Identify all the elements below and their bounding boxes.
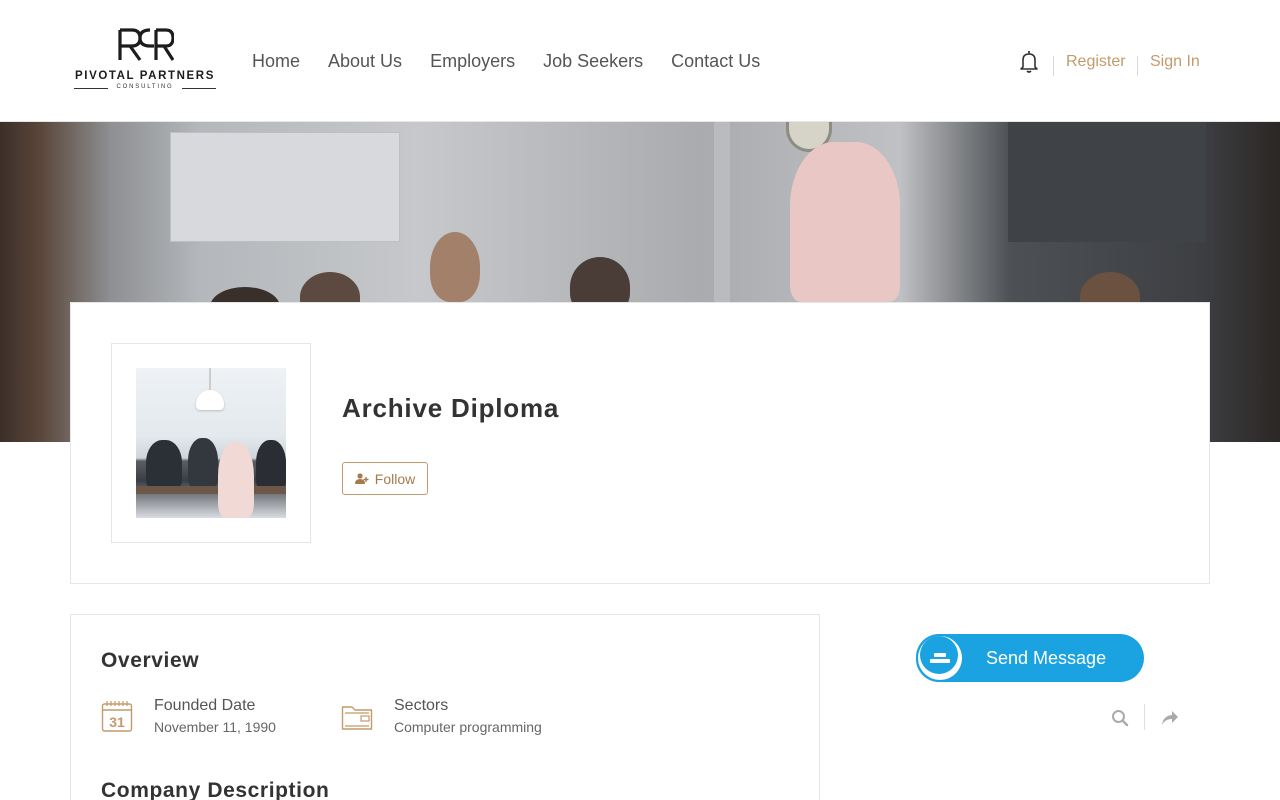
cover-person	[430, 232, 480, 302]
follow-button[interactable]: Follow	[342, 462, 428, 495]
founded-date-label: Founded Date	[154, 697, 256, 714]
brand-tagline: CONSULTING	[72, 84, 218, 90]
svg-text:31: 31	[109, 714, 125, 730]
site-header: PIVOTAL PARTNERS CONSULTING Home About U…	[0, 0, 1280, 122]
folder-icon	[341, 706, 373, 730]
cover-person	[790, 142, 900, 302]
avatar-person	[256, 440, 286, 490]
nav-item-about-us[interactable]: About Us	[328, 50, 402, 72]
founded-date-item: 31 Founded Date November 11, 1990	[101, 697, 301, 737]
overview-title: Overview	[101, 649, 200, 672]
company-description-title: Company Description	[101, 779, 330, 800]
nav-item-employers[interactable]: Employers	[430, 50, 515, 72]
nav-item-contact-us[interactable]: Contact Us	[671, 50, 760, 72]
share-icon[interactable]	[1160, 708, 1180, 728]
header-divider	[1137, 56, 1138, 76]
avatar-person	[218, 442, 254, 518]
sign-in-link[interactable]: Sign In	[1150, 52, 1200, 72]
header-divider	[1053, 56, 1054, 76]
company-logo-image	[136, 368, 286, 518]
message-icon	[916, 634, 962, 682]
message-icon-line	[930, 659, 950, 663]
overview-card: Overview 31 Founded Date November 11, 19…	[70, 614, 820, 800]
cover-screen	[1008, 122, 1206, 242]
company-profile-card: Archive Diploma Follow	[70, 302, 1210, 584]
nav-item-home[interactable]: Home	[252, 50, 300, 72]
message-icon-core	[920, 636, 958, 674]
sectors-value: Computer programming	[394, 719, 542, 735]
nav-item-job-seekers[interactable]: Job Seekers	[543, 50, 643, 72]
avatar-lamp	[196, 368, 224, 410]
cover-whiteboard	[170, 132, 400, 242]
brand-logo[interactable]: PIVOTAL PARTNERS CONSULTING	[72, 28, 218, 94]
send-message-button[interactable]: Send Message	[916, 634, 1144, 682]
founded-date-value: November 11, 1990	[154, 719, 276, 735]
tool-divider	[1144, 704, 1145, 730]
avatar-table	[136, 486, 286, 494]
logo-mark-icon	[118, 28, 174, 61]
bell-icon[interactable]	[1018, 50, 1040, 74]
search-icon[interactable]	[1110, 708, 1130, 728]
cover-pillar	[714, 122, 730, 302]
main-nav: Home About Us Employers Job Seekers Cont…	[252, 50, 788, 72]
message-icon-line	[934, 653, 946, 657]
company-logo-frame	[111, 343, 311, 543]
company-name: Archive Diploma	[342, 393, 560, 423]
calendar-icon: 31	[101, 701, 133, 732]
sectors-item: Sectors Computer programming	[341, 697, 601, 737]
sectors-label: Sectors	[394, 697, 449, 714]
register-link[interactable]: Register	[1066, 52, 1126, 72]
add-user-icon	[354, 472, 369, 484]
avatar-person	[146, 440, 182, 490]
send-message-label: Send Message	[986, 648, 1107, 668]
brand-name: PIVOTAL PARTNERS	[75, 70, 215, 82]
avatar-person	[188, 438, 218, 488]
follow-label: Follow	[374, 470, 416, 487]
